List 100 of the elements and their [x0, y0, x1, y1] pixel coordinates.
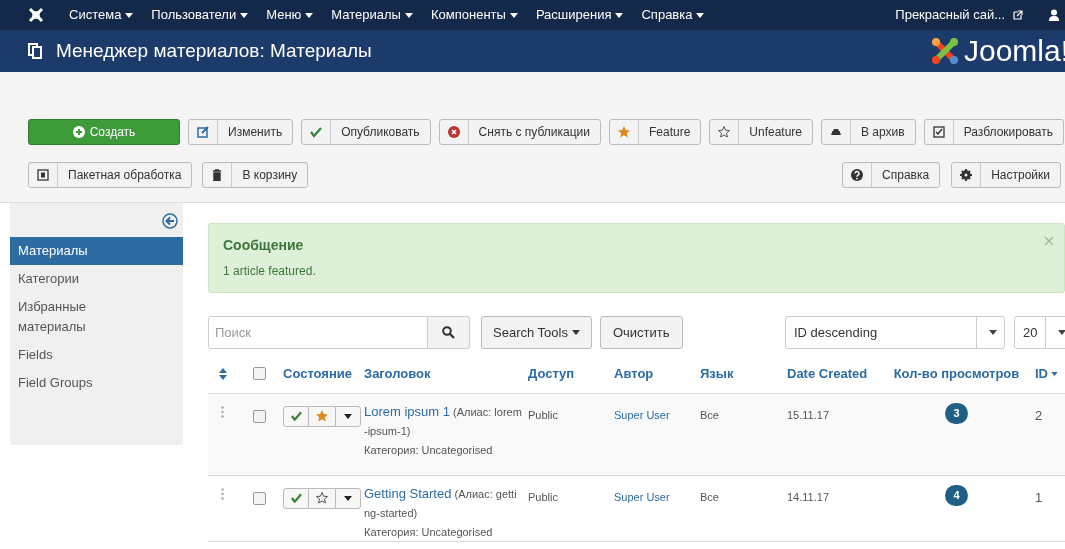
- limit-select[interactable]: 20: [1014, 316, 1065, 349]
- caret-icon: [509, 12, 518, 18]
- help-icon: [851, 169, 864, 181]
- select-all-checkbox[interactable]: [253, 367, 266, 381]
- id-text: 2: [1034, 407, 1043, 423]
- search-field[interactable]: Поиск: [208, 316, 428, 349]
- caret-icon: [404, 12, 413, 18]
- date-text: 15.11.17: [787, 408, 829, 421]
- language-text: Все: [700, 408, 719, 421]
- views-badge: 4: [945, 484, 968, 506]
- access-text: Public: [528, 490, 558, 503]
- access-text: Public: [528, 408, 558, 421]
- message-text: 1 article featured.: [223, 263, 317, 280]
- article-title-text: Getting Started (Алиас: getting-started): [364, 484, 518, 521]
- menu-item[interactable]: Пользователи: [151, 5, 249, 25]
- article-link[interactable]: Getting Started: [364, 485, 452, 501]
- article-title-text: Lorem ipsum 1 (Алиас: lorem-ipsum-1): [364, 402, 522, 439]
- star-outline-icon: [316, 492, 328, 504]
- trash-icon: [211, 169, 224, 181]
- column-header[interactable]: Кол-во просмотров: [893, 364, 1020, 384]
- column-header[interactable]: Доступ: [528, 364, 575, 384]
- menu-item[interactable]: Компоненты: [430, 5, 518, 25]
- sidebar-item[interactable]: Категории: [10, 265, 183, 293]
- menu-item[interactable]: Материалы: [331, 5, 413, 25]
- category-text: Категория: Uncategorised: [364, 442, 494, 458]
- toolbar-button[interactable]: Справка: [842, 162, 941, 188]
- toolbar-button[interactable]: Настройки: [951, 162, 1061, 188]
- toolbar-button[interactable]: Unfeature: [709, 119, 814, 145]
- user-icon: [1049, 9, 1059, 21]
- caret-icon: [988, 330, 997, 335]
- sidebar-item[interactable]: Fields: [10, 341, 183, 369]
- drag-handle-icon: [221, 487, 224, 500]
- collapse-button[interactable]: [162, 213, 178, 229]
- menu-item[interactable]: Расширения: [535, 5, 624, 25]
- language-text: Все: [700, 490, 719, 503]
- caret-icon: [125, 12, 134, 18]
- search-button[interactable]: [428, 316, 470, 349]
- caret-icon: [615, 12, 624, 18]
- edit-icon: [197, 126, 209, 138]
- clear-button[interactable]: Очистить: [599, 316, 683, 349]
- page-title: Менеджер материалов: Материалы: [56, 38, 372, 63]
- toolbar-button[interactable]: Снять с публикации: [438, 119, 601, 145]
- message-heading: Сообщение: [223, 236, 304, 255]
- toolbar-button[interactable]: Пакетная обработка: [28, 162, 193, 188]
- caret-icon: [1057, 330, 1065, 335]
- id-text: 1: [1034, 489, 1043, 505]
- menu-item[interactable]: Меню: [266, 5, 314, 25]
- star-icon: [617, 126, 630, 138]
- row-checkbox[interactable]: [253, 409, 266, 423]
- featured-toggle[interactable]: [309, 487, 335, 509]
- menu-item[interactable]: Справка: [641, 5, 705, 25]
- caret-icon: [305, 12, 314, 18]
- toolbar-button[interactable]: Изменить: [188, 119, 294, 145]
- publish-toggle[interactable]: [283, 487, 309, 509]
- toolbar-button[interactable]: Опубликовать: [301, 119, 431, 145]
- actions-dropdown-button[interactable]: [335, 405, 361, 427]
- article-link[interactable]: Lorem ipsum 1: [364, 403, 450, 419]
- external-link-icon: [1013, 10, 1023, 20]
- toolbar-button[interactable]: В корзину: [202, 162, 309, 188]
- publish-toggle[interactable]: [283, 405, 309, 427]
- column-header[interactable]: Язык: [700, 364, 734, 384]
- checkmark-icon: [290, 493, 302, 503]
- search-tools-button[interactable]: Search Tools: [481, 316, 592, 349]
- search-icon: [442, 326, 455, 339]
- caret-icon: [344, 495, 352, 501]
- sidebar-item[interactable]: Избранные материалы: [10, 293, 183, 341]
- copy-icon: [28, 43, 42, 59]
- toolbar-button[interactable]: Разблокировать: [923, 119, 1065, 145]
- x-circle-icon: [447, 126, 460, 138]
- close-icon: [1044, 236, 1054, 246]
- sidebar-item[interactable]: Материалы: [10, 237, 183, 265]
- caret-icon: [240, 12, 249, 18]
- checkmark-icon: [310, 126, 323, 138]
- toolbar-button[interactable]: Feature: [608, 119, 702, 145]
- drag-handle-icon: [221, 405, 224, 418]
- sort-select[interactable]: ID descending: [785, 316, 1005, 349]
- column-header[interactable]: Состояние: [283, 364, 352, 384]
- sidebar-item[interactable]: Field Groups: [10, 369, 183, 397]
- toolbar-button[interactable]: Создать: [28, 119, 180, 145]
- star-icon: [316, 410, 328, 422]
- row-checkbox[interactable]: [253, 491, 266, 505]
- column-header[interactable]: Автор: [614, 364, 654, 384]
- featured-toggle[interactable]: [309, 405, 335, 427]
- menu-item[interactable]: Система: [69, 5, 134, 25]
- column-header[interactable]: ID: [1035, 364, 1058, 384]
- archive-icon: [830, 126, 843, 138]
- actions-dropdown-button[interactable]: [335, 487, 361, 509]
- date-text: 14.11.17: [787, 490, 829, 503]
- caret-icon: [571, 330, 580, 335]
- sort-icon: [219, 367, 227, 380]
- author-link[interactable]: Super User: [614, 490, 670, 503]
- site-link[interactable]: Прекрасный сай...: [895, 5, 1005, 25]
- toolbar-button[interactable]: В архив: [821, 119, 916, 145]
- author-link[interactable]: Super User: [614, 408, 670, 421]
- settings-icon: [960, 169, 973, 181]
- arrow-left-circle-icon: [162, 213, 178, 229]
- column-header[interactable]: Заголовок: [364, 364, 431, 384]
- batch-icon: [37, 169, 49, 181]
- caret-icon: [696, 12, 705, 18]
- column-header[interactable]: Date Created: [787, 364, 868, 384]
